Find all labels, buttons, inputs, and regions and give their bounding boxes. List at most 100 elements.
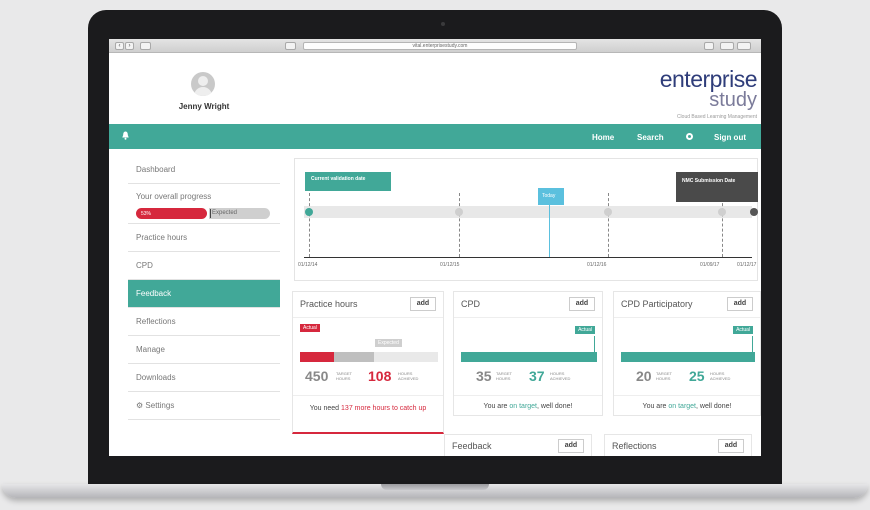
card-cpd: CPD add Actual 35 TARGET HOURS 37 HOURS … <box>453 291 603 416</box>
gear-icon: ⚙ <box>136 401 144 410</box>
expected-bar <box>334 352 374 362</box>
sidebar-item-cpd[interactable]: CPD <box>128 252 280 280</box>
sidebar-item-dashboard[interactable]: Dashboard <box>128 156 280 184</box>
timeline-date: 01/12/16 <box>587 262 607 268</box>
achieved-label: HOURS ACHIEVED <box>710 371 731 381</box>
status-text: You are <box>642 403 669 410</box>
status-text: You need <box>309 405 342 412</box>
card-title: Feedback <box>452 441 492 451</box>
card-title: CPD Participatory <box>621 299 693 309</box>
add-button[interactable]: add <box>410 297 436 311</box>
screen: ‹ › vital.enterprisestudy.com Jenny Wrig… <box>109 39 761 456</box>
status-highlight: on target <box>509 403 538 410</box>
target-value: 20 <box>636 368 652 384</box>
timeline-guide <box>608 193 609 257</box>
timeline-band <box>304 206 752 218</box>
sidebar-item-label: Dashboard <box>136 165 176 174</box>
sidebar-item-reflections[interactable]: Reflections <box>128 308 280 336</box>
timeline-guide <box>309 193 310 257</box>
timeline-guide <box>459 193 460 257</box>
nav-search[interactable]: Search <box>637 133 664 142</box>
page-header: Jenny Wright enterprise study Cloud Base… <box>109 53 761 124</box>
sidebar-item-label: Practice hours <box>136 233 188 242</box>
achieved-value: 37 <box>529 368 545 384</box>
timeline-dot <box>718 208 726 216</box>
today-line <box>549 205 550 257</box>
card-practice-hours: Practice hours add Actual Expected 450 T… <box>292 291 444 434</box>
achieved-label: HOURS ACHIEVED <box>550 371 571 381</box>
status-highlight: 137 more hours to catch up <box>341 405 427 412</box>
card-title: Reflections <box>612 441 657 451</box>
timeline-date: 01/09/17 <box>700 262 720 268</box>
timeline-guide <box>722 193 723 257</box>
flag-validation-date: Current validation date <box>305 172 391 191</box>
add-button[interactable]: add <box>727 297 753 311</box>
timeline-axis <box>304 257 752 258</box>
timeline-date: 01/12/14 <box>298 262 318 268</box>
laptop-notch <box>381 484 489 490</box>
sidebar-item-manage[interactable]: Manage <box>128 336 280 364</box>
camera-dot <box>441 22 445 26</box>
share-icon[interactable] <box>720 42 734 50</box>
settings-icon[interactable] <box>704 42 714 50</box>
browser-toolbar: ‹ › vital.enterprisestudy.com <box>109 39 761 53</box>
flag-today: Today <box>538 188 564 205</box>
sidebar-item-settings[interactable]: ⚙ Settings <box>128 392 280 420</box>
status-message: You are on target, well done! <box>454 402 602 412</box>
add-button[interactable]: add <box>718 439 744 453</box>
expected-marker <box>210 209 211 218</box>
timeline-date: 01/12/15 <box>440 262 460 268</box>
bell-icon[interactable] <box>122 131 129 140</box>
actual-chip: Actual <box>575 326 595 334</box>
top-navbar: Home Search Sign out <box>109 124 761 149</box>
url-bar[interactable]: vital.enterprisestudy.com <box>303 42 577 50</box>
target-value: 450 <box>305 368 329 384</box>
actual-bar <box>461 352 597 362</box>
sidebar-item-practice-hours[interactable]: Practice hours <box>128 224 280 252</box>
sidebar-item-feedback[interactable]: Feedback <box>128 280 280 308</box>
card-title: CPD <box>461 299 481 309</box>
sidebar-item-label: Manage <box>136 345 165 354</box>
achieved-value: 25 <box>689 368 705 384</box>
timeline-dot <box>604 208 612 216</box>
sidebar-toggle-icon[interactable] <box>140 42 151 50</box>
nav-home[interactable]: Home <box>592 133 614 142</box>
nav-signout[interactable]: Sign out <box>714 133 746 142</box>
avatar[interactable] <box>191 72 215 96</box>
timeline-dot <box>750 208 758 216</box>
sidebar-item-progress[interactable]: Your overall progress 53% Expected <box>128 184 280 224</box>
status-highlight: on target <box>668 403 697 410</box>
status-text: You are <box>483 403 510 410</box>
card-feedback: Feedback add <box>444 434 592 456</box>
timeline-panel: Current validation date Today NMC Submis… <box>294 158 758 281</box>
card-title: Practice hours <box>300 299 358 309</box>
status-text: , well done! <box>537 403 573 410</box>
timeline-dot <box>455 208 463 216</box>
logo-study: study <box>709 89 757 111</box>
add-button[interactable]: add <box>569 297 595 311</box>
actual-bar <box>621 352 755 362</box>
logo-tagline: Cloud Based Learning Management <box>676 114 757 120</box>
remaining-bar <box>374 352 438 362</box>
gear-icon[interactable] <box>686 133 693 140</box>
sidebar-item-label: Downloads <box>136 373 176 382</box>
sidebar-item-label: Feedback <box>136 289 172 298</box>
new-tab-icon[interactable] <box>737 42 751 50</box>
sidebar: Dashboard Your overall progress 53% Expe… <box>128 156 280 420</box>
sidebar-item-label: Your overall progress <box>136 192 212 201</box>
achieved-label: HOURS ACHIEVED <box>398 371 419 381</box>
status-message: You need 137 more hours to catch up <box>293 404 443 414</box>
target-label: TARGET HOURS <box>656 371 672 381</box>
timeline-dot <box>305 208 313 216</box>
card-reflections: Reflections add <box>604 434 752 456</box>
actual-chip: Actual <box>300 324 320 332</box>
sidebar-item-label: Settings <box>145 401 175 410</box>
sidebar-item-downloads[interactable]: Downloads <box>128 364 280 392</box>
share-icon[interactable] <box>285 42 296 50</box>
back-arrow-icon[interactable]: ‹ <box>115 42 124 50</box>
flag-submission-date: NMC Submission Date <box>676 172 758 202</box>
add-button[interactable]: add <box>558 439 584 453</box>
card-cpd-participatory: CPD Participatory add Actual 20 TARGET H… <box>613 291 761 416</box>
forward-arrow-icon[interactable]: › <box>125 42 134 50</box>
progress-fill: 53% <box>136 208 207 219</box>
